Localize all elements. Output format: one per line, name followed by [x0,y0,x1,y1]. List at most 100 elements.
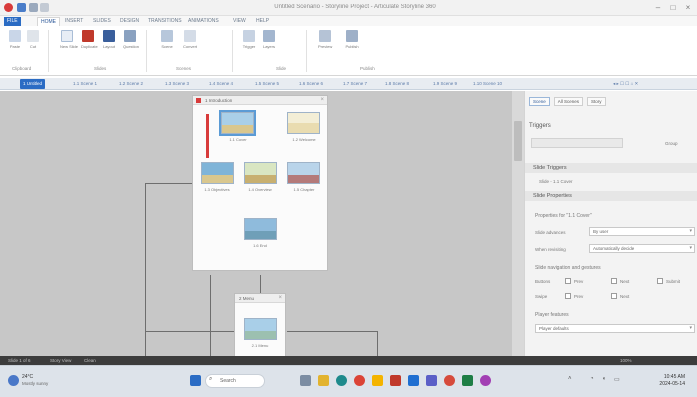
scene-tab[interactable]: 1.6 Scene 6 [296,79,326,89]
submit-checkbox[interactable] [657,278,663,284]
panel-tab-story[interactable]: Story [587,97,606,106]
slide-thumbnail[interactable] [287,162,320,184]
swipe-prev-checkbox[interactable] [565,293,571,299]
panel-tab-all-scenes[interactable]: All Scenes [553,97,584,106]
publish-button[interactable]: Publish [345,30,359,49]
slide-thumbnail[interactable] [244,218,277,240]
when-revisiting-select[interactable]: Automatically decide ▾ [589,244,695,253]
convert-button[interactable]: Convert [183,30,197,49]
slide-trigger-item[interactable]: Slide - 1.1 Cover [539,179,573,184]
collapse-icon[interactable]: × [278,294,282,303]
chrome-icon[interactable] [354,375,365,386]
scene-tab[interactable]: 1.1 Scene 1 [70,79,100,89]
panel-tab-scene[interactable]: Scene [529,97,550,106]
slide-thumbnail[interactable] [201,162,234,184]
maximize-icon[interactable]: □ [667,2,679,13]
scene-button[interactable]: Scene [160,30,174,49]
slide-thumbnail[interactable] [244,318,277,340]
volume-icon[interactable]: ◖ [602,376,606,382]
start-icon[interactable] [190,375,201,386]
undo-icon[interactable] [29,3,38,12]
prev-checkbox[interactable] [565,278,571,284]
collapse-icon[interactable]: × [320,96,324,105]
scene-card-header: 2 Menu × [235,294,285,303]
app-icon[interactable] [480,375,491,386]
connector-line [287,331,377,332]
scene-tab[interactable]: 1.7 Scene 7 [340,79,370,89]
preview-button[interactable]: Preview [318,30,332,49]
tab-home[interactable]: HOME [37,17,60,26]
swipe-next-checkbox[interactable] [611,293,617,299]
scene-tabs-overflow-icon[interactable]: ◂ ▸ ☐ ☐ ⌂ ✕ [610,79,641,89]
panel-splitter[interactable] [512,91,524,356]
teams-icon[interactable] [426,375,437,386]
scene-tab[interactable]: 1.10 Scene 10 [470,79,505,89]
edge-icon[interactable] [336,375,347,386]
duplicate-button[interactable]: Duplicate [81,30,98,49]
paste-button[interactable]: Paste [8,30,22,49]
battery-icon[interactable]: ▭ [614,376,620,383]
slide-label: 2.1 Menu [251,343,269,348]
zoom-level[interactable]: 100% [620,358,632,363]
panel-tabs: Scene All Scenes Story [529,97,610,106]
tab-file[interactable]: FILE [4,17,21,26]
storyline-icon[interactable] [390,375,401,386]
tab-design[interactable]: DESIGN [117,17,142,26]
store-icon[interactable] [372,375,383,386]
scene-tab[interactable]: 1.5 Scene 5 [252,79,282,89]
excel-icon[interactable] [462,375,473,386]
scene-card[interactable]: 1 Introduction × 1.1 Cover 1.2 Welcome 1… [192,95,328,271]
file-explorer-icon[interactable] [318,375,329,386]
scene-card[interactable]: 2 Menu × 2.1 Menu [234,293,286,356]
layout-button[interactable]: Layout [102,30,116,49]
minimize-icon[interactable]: – [652,2,664,13]
view-label: Story View [50,358,72,363]
weather-icon[interactable] [8,375,19,386]
prev-label: Prev [574,279,584,284]
network-icon[interactable]: ◔ [590,376,594,382]
trigger-button[interactable]: Trigger [242,30,256,49]
next-checkbox[interactable] [611,278,617,284]
slide-thumbnail[interactable] [244,162,277,184]
tab-animations[interactable]: ANIMATIONS [185,17,222,26]
scene-tab[interactable]: 1 Untitled [20,79,46,89]
mail-icon[interactable] [408,375,419,386]
tab-transitions[interactable]: TRANSITIONS [145,17,185,26]
tab-help[interactable]: HELP [253,17,272,26]
triggers-title: Triggers [529,123,551,129]
layers-button[interactable]: Layers [262,30,276,49]
close-icon[interactable]: × [682,2,694,13]
new-slide-button[interactable]: New Slide [60,30,78,49]
tab-slides[interactable]: SLIDES [90,17,114,26]
widgets-icon[interactable] [300,375,311,386]
ribbon-separator [146,30,147,72]
scene-tab[interactable]: 1.3 Scene 3 [162,79,192,89]
slide-advances-select[interactable]: By user ▾ [589,227,695,236]
save-icon[interactable] [17,3,26,12]
scene-tab[interactable]: 1.4 Scene 4 [206,79,236,89]
search-box[interactable]: Search [205,374,265,388]
question-button[interactable]: Question [123,30,139,49]
scene-tab[interactable]: 1.9 Scene 9 [430,79,460,89]
story-view-canvas[interactable]: 1 Introduction × 1.1 Cover 1.2 Welcome 1… [0,91,512,356]
photos-icon[interactable] [444,375,455,386]
connector-line [145,183,192,184]
slide-triggers-header[interactable]: Slide Triggers [525,163,697,173]
group-button[interactable]: Group [665,141,678,146]
splitter-grip[interactable] [514,121,522,161]
scene-tab[interactable]: 1.2 Scene 2 [116,79,146,89]
clock[interactable]: 10:45 AM 2024-05-14 [659,374,685,388]
tray-chevron-icon[interactable]: ˄ [568,376,572,382]
cut-button[interactable]: Cut [26,30,40,49]
scene-card-header: 1 Introduction × [193,96,327,105]
convert-icon [184,30,196,42]
slide-properties-header[interactable]: Slide Properties [525,191,697,201]
redo-icon[interactable] [40,3,49,12]
tab-view[interactable]: VIEW [230,17,249,26]
slide-thumbnail[interactable] [287,112,320,134]
tab-insert[interactable]: INSERT [62,17,86,26]
ribbon-separator [48,30,49,72]
scene-tab[interactable]: 1.8 Scene 8 [382,79,412,89]
player-features-select[interactable]: Player defaults ▾ [535,324,695,333]
slide-thumbnail[interactable] [219,110,256,136]
